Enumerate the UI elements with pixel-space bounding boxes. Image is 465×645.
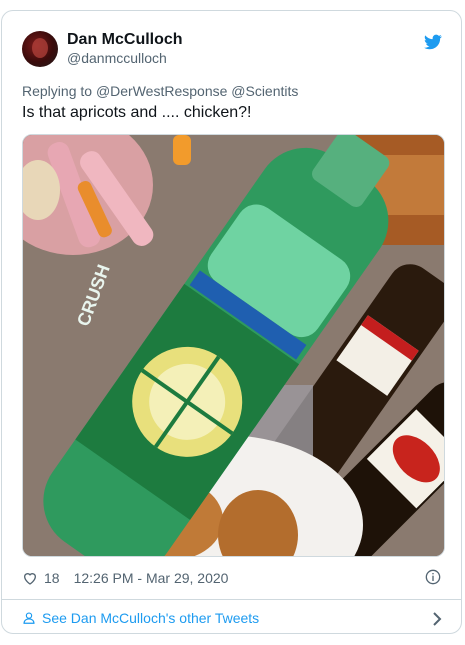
tweet-meta: 18 12:26 PM - Mar 29, 2020	[22, 570, 228, 586]
photo-content: CRUSH	[23, 135, 444, 556]
chevron-right-icon[interactable]	[431, 612, 443, 626]
info-icon[interactable]	[425, 569, 441, 585]
embedded-tweet-card: Dan McCulloch @danmcculloch Replying to …	[1, 10, 462, 634]
see-more-link[interactable]: See Dan McCulloch's other Tweets	[22, 610, 259, 626]
like-count[interactable]: 18	[44, 570, 60, 586]
reply-mentions-link[interactable]: @DerWestResponse @Scientits	[96, 83, 298, 99]
reply-prefix: Replying to	[22, 83, 93, 99]
heart-icon[interactable]	[22, 570, 38, 586]
author-name[interactable]: Dan McCulloch	[67, 31, 183, 49]
tweet-photo[interactable]: CRUSH	[22, 134, 445, 557]
avatar[interactable]	[22, 31, 58, 67]
person-icon	[23, 612, 35, 624]
timestamp[interactable]: 12:26 PM - Mar 29, 2020	[74, 570, 229, 586]
see-more-label: See Dan McCulloch's other Tweets	[42, 610, 260, 626]
author-handle[interactable]: @danmcculloch	[67, 50, 167, 66]
twitter-bird-icon[interactable]	[423, 33, 443, 51]
divider	[2, 599, 461, 600]
tweet-text: Is that apricots and .... chicken?!	[22, 104, 252, 121]
reply-context: Replying to @DerWestResponse @Scientits	[22, 83, 298, 99]
